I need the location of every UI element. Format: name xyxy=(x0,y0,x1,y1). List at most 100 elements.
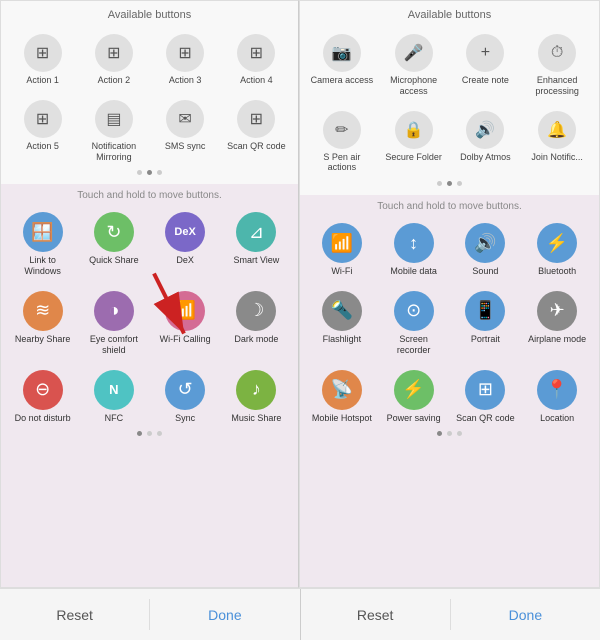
list-item[interactable]: 🔔 Join Notific... xyxy=(523,106,591,179)
right-reset-button[interactable]: Reset xyxy=(301,589,450,640)
list-item[interactable]: 🎤 Microphone access xyxy=(380,29,448,102)
enhanced-proc-icon: ⏱ xyxy=(538,34,576,72)
list-item[interactable]: ≋ Nearby Share xyxy=(9,286,76,361)
left-done-button[interactable]: Done xyxy=(150,589,299,640)
list-item[interactable]: ⊖ Do not disturb xyxy=(9,365,76,429)
list-item[interactable]: 📱 Portrait xyxy=(452,286,520,361)
right-active-grid: 📶 Wi-Fi ↕ Mobile data 🔊 Sound ⚡ Bluetoot… xyxy=(306,218,593,428)
bluetooth-label: Bluetooth xyxy=(538,266,576,277)
list-item[interactable]: ⚡ Bluetooth xyxy=(523,218,591,282)
list-item[interactable]: ☽ Dark mode xyxy=(223,286,290,361)
right-done-button[interactable]: Done xyxy=(451,589,600,640)
right-active-dots xyxy=(306,428,593,439)
list-item[interactable]: DeX DeX xyxy=(152,207,219,282)
eye-comfort-label: Eye comfort shield xyxy=(82,334,145,356)
list-item[interactable]: 📶 Wi-Fi xyxy=(308,218,376,282)
list-item[interactable]: ⊞ Scan QR code xyxy=(452,365,520,429)
dnd-label: Do not disturb xyxy=(15,413,71,424)
list-item[interactable]: 🔦 Flashlight xyxy=(308,286,376,361)
left-active-section: Touch and hold to move buttons. 🪟 Link t… xyxy=(1,184,298,587)
list-item[interactable]: ⊿ Smart View xyxy=(223,207,290,282)
list-item[interactable]: ⊞ Action 4 xyxy=(223,29,290,91)
list-item[interactable]: + Create note xyxy=(452,29,520,102)
dot xyxy=(137,170,142,175)
list-item[interactable]: ♪ Music Share xyxy=(223,365,290,429)
action4-icon: ⊞ xyxy=(237,34,275,72)
dnd-icon: ⊖ xyxy=(23,370,63,410)
join-notif-icon: 🔔 xyxy=(538,111,576,149)
join-notif-label: Join Notific... xyxy=(531,152,583,163)
right-bottom-panel: Reset Done xyxy=(301,589,600,640)
wifi-calling-icon: 📶 xyxy=(165,291,205,331)
left-available-section: Available buttons ⊞ Action 1 ⊞ Action 2 … xyxy=(1,1,298,184)
list-item[interactable]: ⊞ Action 2 xyxy=(80,29,147,91)
left-active-grid: 🪟 Link to Windows ↻ Quick Share DeX DeX … xyxy=(7,207,292,428)
list-item[interactable]: ⏱ Enhanced processing xyxy=(523,29,591,102)
list-item[interactable]: ↕ Mobile data xyxy=(380,218,448,282)
list-item[interactable]: 🔒 Secure Folder xyxy=(380,106,448,179)
list-item[interactable]: 📡 Mobile Hotspot xyxy=(308,365,376,429)
right-available-section: Available buttons 📷 Camera access 🎤 Micr… xyxy=(300,1,599,195)
bottom-bar: Reset Done Reset Done xyxy=(0,588,600,640)
action4-label: Action 4 xyxy=(240,75,273,86)
camera-access-label: Camera access xyxy=(311,75,374,86)
list-item[interactable]: 📷 Camera access xyxy=(308,29,376,102)
list-item[interactable]: 📍 Location xyxy=(523,365,591,429)
secure-folder-label: Secure Folder xyxy=(385,152,442,163)
action2-label: Action 2 xyxy=(98,75,131,86)
notif-mirror-label: Notification Mirroring xyxy=(82,141,145,163)
list-item[interactable]: ⚡ Power saving xyxy=(380,365,448,429)
action5-icon: ⊞ xyxy=(24,100,62,138)
list-item[interactable]: ⊞ Action 3 xyxy=(152,29,219,91)
list-item[interactable]: ⊞ Scan QR code xyxy=(223,95,290,168)
wifi-label: Wi-Fi xyxy=(331,266,352,277)
action1-icon: ⊞ xyxy=(24,34,62,72)
right-available-title: Available buttons xyxy=(306,9,593,21)
list-item[interactable]: ⊞ Action 1 xyxy=(9,29,76,91)
camera-access-icon: 📷 xyxy=(323,34,361,72)
list-item[interactable]: ↻ Quick Share xyxy=(80,207,147,282)
list-item[interactable]: 📶 Wi-Fi Calling xyxy=(152,286,219,361)
create-note-label: Create note xyxy=(462,75,509,86)
mobile-hotspot-icon: 📡 xyxy=(322,370,362,410)
left-bottom-panel: Reset Done xyxy=(0,589,301,640)
quick-share-icon: ↻ xyxy=(94,212,134,252)
nfc-icon: N xyxy=(94,370,134,410)
list-item[interactable]: N NFC xyxy=(80,365,147,429)
dot xyxy=(147,431,152,436)
list-item[interactable]: 🔊 Dolby Atmos xyxy=(452,106,520,179)
left-touch-hint: Touch and hold to move buttons. xyxy=(7,190,292,201)
dot-active xyxy=(147,170,152,175)
right-touch-hint: Touch and hold to move buttons. xyxy=(306,201,593,212)
list-item[interactable]: ↺ Sync xyxy=(152,365,219,429)
left-active-dots xyxy=(7,428,292,439)
left-dots xyxy=(7,167,292,178)
power-saving-label: Power saving xyxy=(387,413,441,424)
action5-label: Action 5 xyxy=(26,141,59,152)
spen-icon: ✏ xyxy=(323,111,361,149)
music-share-icon: ♪ xyxy=(236,370,276,410)
airplane-mode-icon: ✈ xyxy=(537,291,577,331)
dot-active xyxy=(437,431,442,436)
list-item[interactable]: 🪟 Link to Windows xyxy=(9,207,76,282)
airplane-mode-label: Airplane mode xyxy=(528,334,586,345)
list-item[interactable]: ✉ SMS sync xyxy=(152,95,219,168)
list-item[interactable]: ✏ S Pen air actions xyxy=(308,106,376,179)
sound-label: Sound xyxy=(472,266,498,277)
scan-qr-avail-label: Scan QR code xyxy=(227,141,286,152)
list-item[interactable]: ✈ Airplane mode xyxy=(523,286,591,361)
link-windows-icon: 🪟 xyxy=(23,212,63,252)
eye-comfort-icon: ◑ xyxy=(94,291,134,331)
left-reset-button[interactable]: Reset xyxy=(0,589,149,640)
left-available-title: Available buttons xyxy=(7,9,292,21)
list-item[interactable]: ◑ Eye comfort shield xyxy=(80,286,147,361)
list-item[interactable]: ▤ Notification Mirroring xyxy=(80,95,147,168)
dark-mode-icon: ☽ xyxy=(236,291,276,331)
nfc-label: NFC xyxy=(105,413,124,424)
location-icon: 📍 xyxy=(537,370,577,410)
list-item[interactable]: ⊞ Action 5 xyxy=(9,95,76,168)
list-item[interactable]: 🔊 Sound xyxy=(452,218,520,282)
dex-icon: DeX xyxy=(165,212,205,252)
list-item[interactable]: ⊙ Screen recorder xyxy=(380,286,448,361)
mobile-data-label: Mobile data xyxy=(390,266,437,277)
